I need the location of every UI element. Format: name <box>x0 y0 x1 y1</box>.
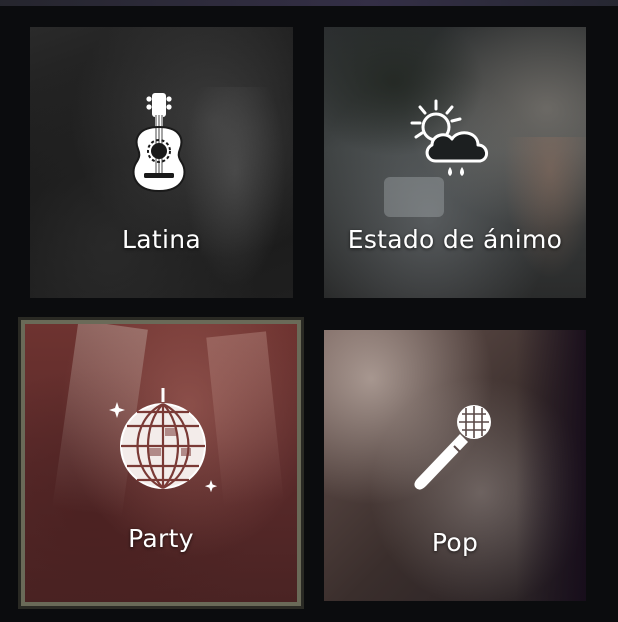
tile-label: Party <box>128 524 194 553</box>
top-bar <box>0 0 618 6</box>
guitar-icon <box>124 91 194 199</box>
tile-label: Estado de ánimo <box>347 225 563 254</box>
genre-tile-pop[interactable]: Pop <box>324 330 586 601</box>
genre-tile-latina[interactable]: Latina <box>30 27 293 298</box>
weather-icon <box>406 97 506 185</box>
genre-tile-party[interactable]: Party <box>21 320 301 606</box>
microphone-icon <box>410 400 500 500</box>
genre-tile-estado-de-animo[interactable]: Estado de ánimo <box>324 27 586 298</box>
disco-ball-icon <box>103 384 223 508</box>
tile-label: Latina <box>122 225 201 254</box>
tile-label: Pop <box>431 528 479 557</box>
